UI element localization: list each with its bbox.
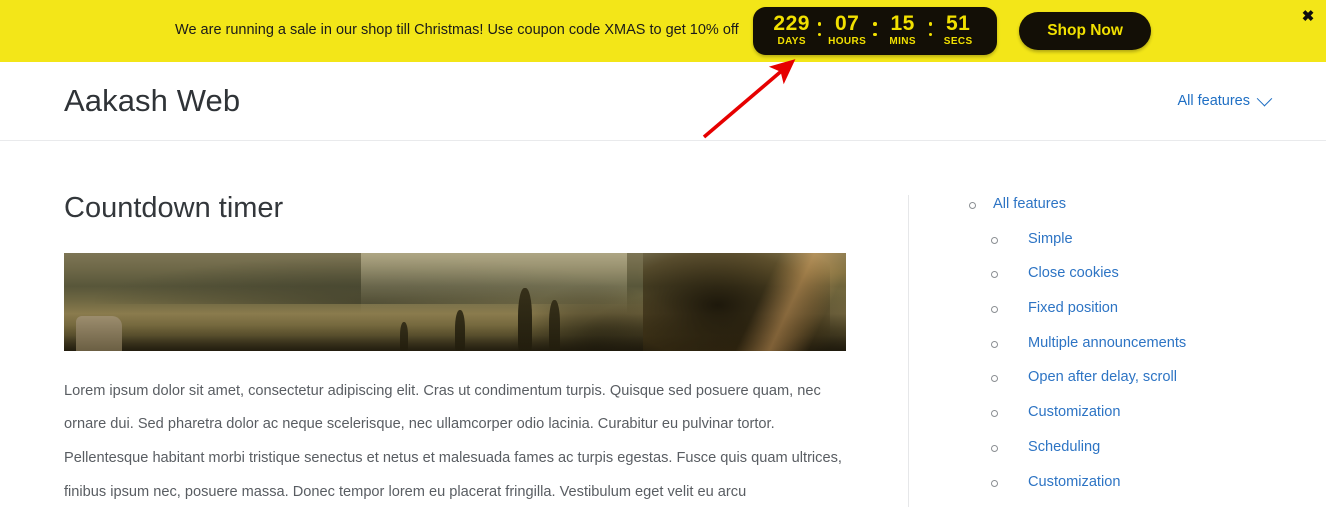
bullet-icon [969,202,976,209]
sidebar-feature-list: All features Simple Close cookies Fixed … [908,195,1308,507]
article: Countdown timer Lorem ipsum dolor sit am… [64,192,846,507]
sidebar-item-multiple-announcements[interactable]: Multiple announcements [909,334,1308,354]
bullet-icon [991,306,998,314]
countdown-secs-label: SECS [943,36,973,48]
main-content: Countdown timer Lorem ipsum dolor sit am… [0,141,1326,507]
countdown-mins-value: 15 [890,11,915,35]
sidebar-item-customization-2[interactable]: Customization [909,473,1308,493]
page-root: We are running a sale in our shop till C… [0,0,1326,507]
chevron-down-icon [1256,90,1273,106]
hero-sun-flare [720,252,846,351]
shop-now-button[interactable]: Shop Now [1019,12,1151,50]
feature-list: All features Simple Close cookies Fixed … [909,195,1308,492]
sidebar-item-simple[interactable]: Simple [909,230,1308,250]
bullet-icon [991,479,998,487]
hero-haze [361,252,628,314]
bullet-icon [991,410,998,418]
countdown-separator-icon [926,12,936,46]
sidebar-link-label[interactable]: Customization [1028,473,1120,493]
bullet-icon [991,271,998,279]
hero-cypress-tree [400,321,409,351]
sidebar-link-label[interactable]: Multiple announcements [1028,334,1186,354]
hero-cypress-tree [517,288,532,351]
countdown-hours-label: HOURS [828,36,867,48]
sidebar-link-label[interactable]: Open after delay, scroll [1028,368,1177,388]
sidebar-link-label[interactable]: Scheduling [1028,438,1100,458]
sidebar-link-label[interactable]: All features [993,195,1066,215]
bullet-icon [991,236,998,244]
countdown-mins-label: MINS [889,36,916,48]
close-icon[interactable]: ✖ [1298,6,1318,26]
sidebar-link-label[interactable]: Simple [1028,230,1073,250]
countdown-days-label: DAYS [777,36,806,48]
sidebar-link-label[interactable]: Fixed position [1028,299,1118,319]
page-title: Countdown timer [64,192,284,224]
hero-cypress-tree [455,309,465,351]
countdown-separator-icon [870,12,880,46]
sidebar-link-label[interactable]: Customization [1028,403,1120,423]
site-header: Aakash Web All features [0,62,1326,141]
nav-all-features[interactable]: All features [1177,90,1273,109]
sidebar-item-customization[interactable]: Customization [909,403,1308,423]
hero-stone-wall [75,315,122,351]
sidebar-item-open-after-delay-scroll[interactable]: Open after delay, scroll [909,368,1308,388]
countdown-days-value: 229 [773,11,810,35]
countdown-unit-days: 229 DAYS [769,11,815,48]
announcement-message: We are running a sale in our shop till C… [175,22,739,39]
bullet-icon [991,340,998,348]
countdown-timer-widget: 229 DAYS 07 HOURS 15 MINS 51 SECS [752,7,998,55]
body-paragraph-2: Pellentesque habitant morbi tristique se… [64,450,842,500]
countdown-hours-value: 07 [835,11,860,35]
site-brand-logo[interactable]: Aakash Web [64,83,240,119]
bullet-icon [991,375,998,383]
countdown-separator-icon [815,12,825,46]
sidebar-item-all-features[interactable]: All features [909,195,1308,215]
announcement-bar: We are running a sale in our shop till C… [0,0,1326,62]
countdown-secs-value: 51 [946,11,971,35]
sidebar-item-scheduling[interactable]: Scheduling [909,438,1308,458]
hero-image [64,252,846,351]
sidebar-link-label[interactable]: Close cookies [1028,264,1119,284]
body-paragraph-1: Lorem ipsum dolor sit amet, consectetur … [64,382,821,433]
countdown-unit-hours: 07 HOURS [824,11,870,48]
announcement-content: We are running a sale in our shop till C… [0,7,1326,55]
countdown-unit-mins: 15 MINS [880,11,926,48]
nav-all-features-label: All features [1177,93,1250,109]
hero-cypress-tree [548,299,560,351]
sidebar-item-close-cookies[interactable]: Close cookies [909,264,1308,284]
countdown-unit-secs: 51 SECS [935,11,981,48]
sidebar-item-fixed-position[interactable]: Fixed position [909,299,1308,319]
bullet-icon [991,444,998,452]
